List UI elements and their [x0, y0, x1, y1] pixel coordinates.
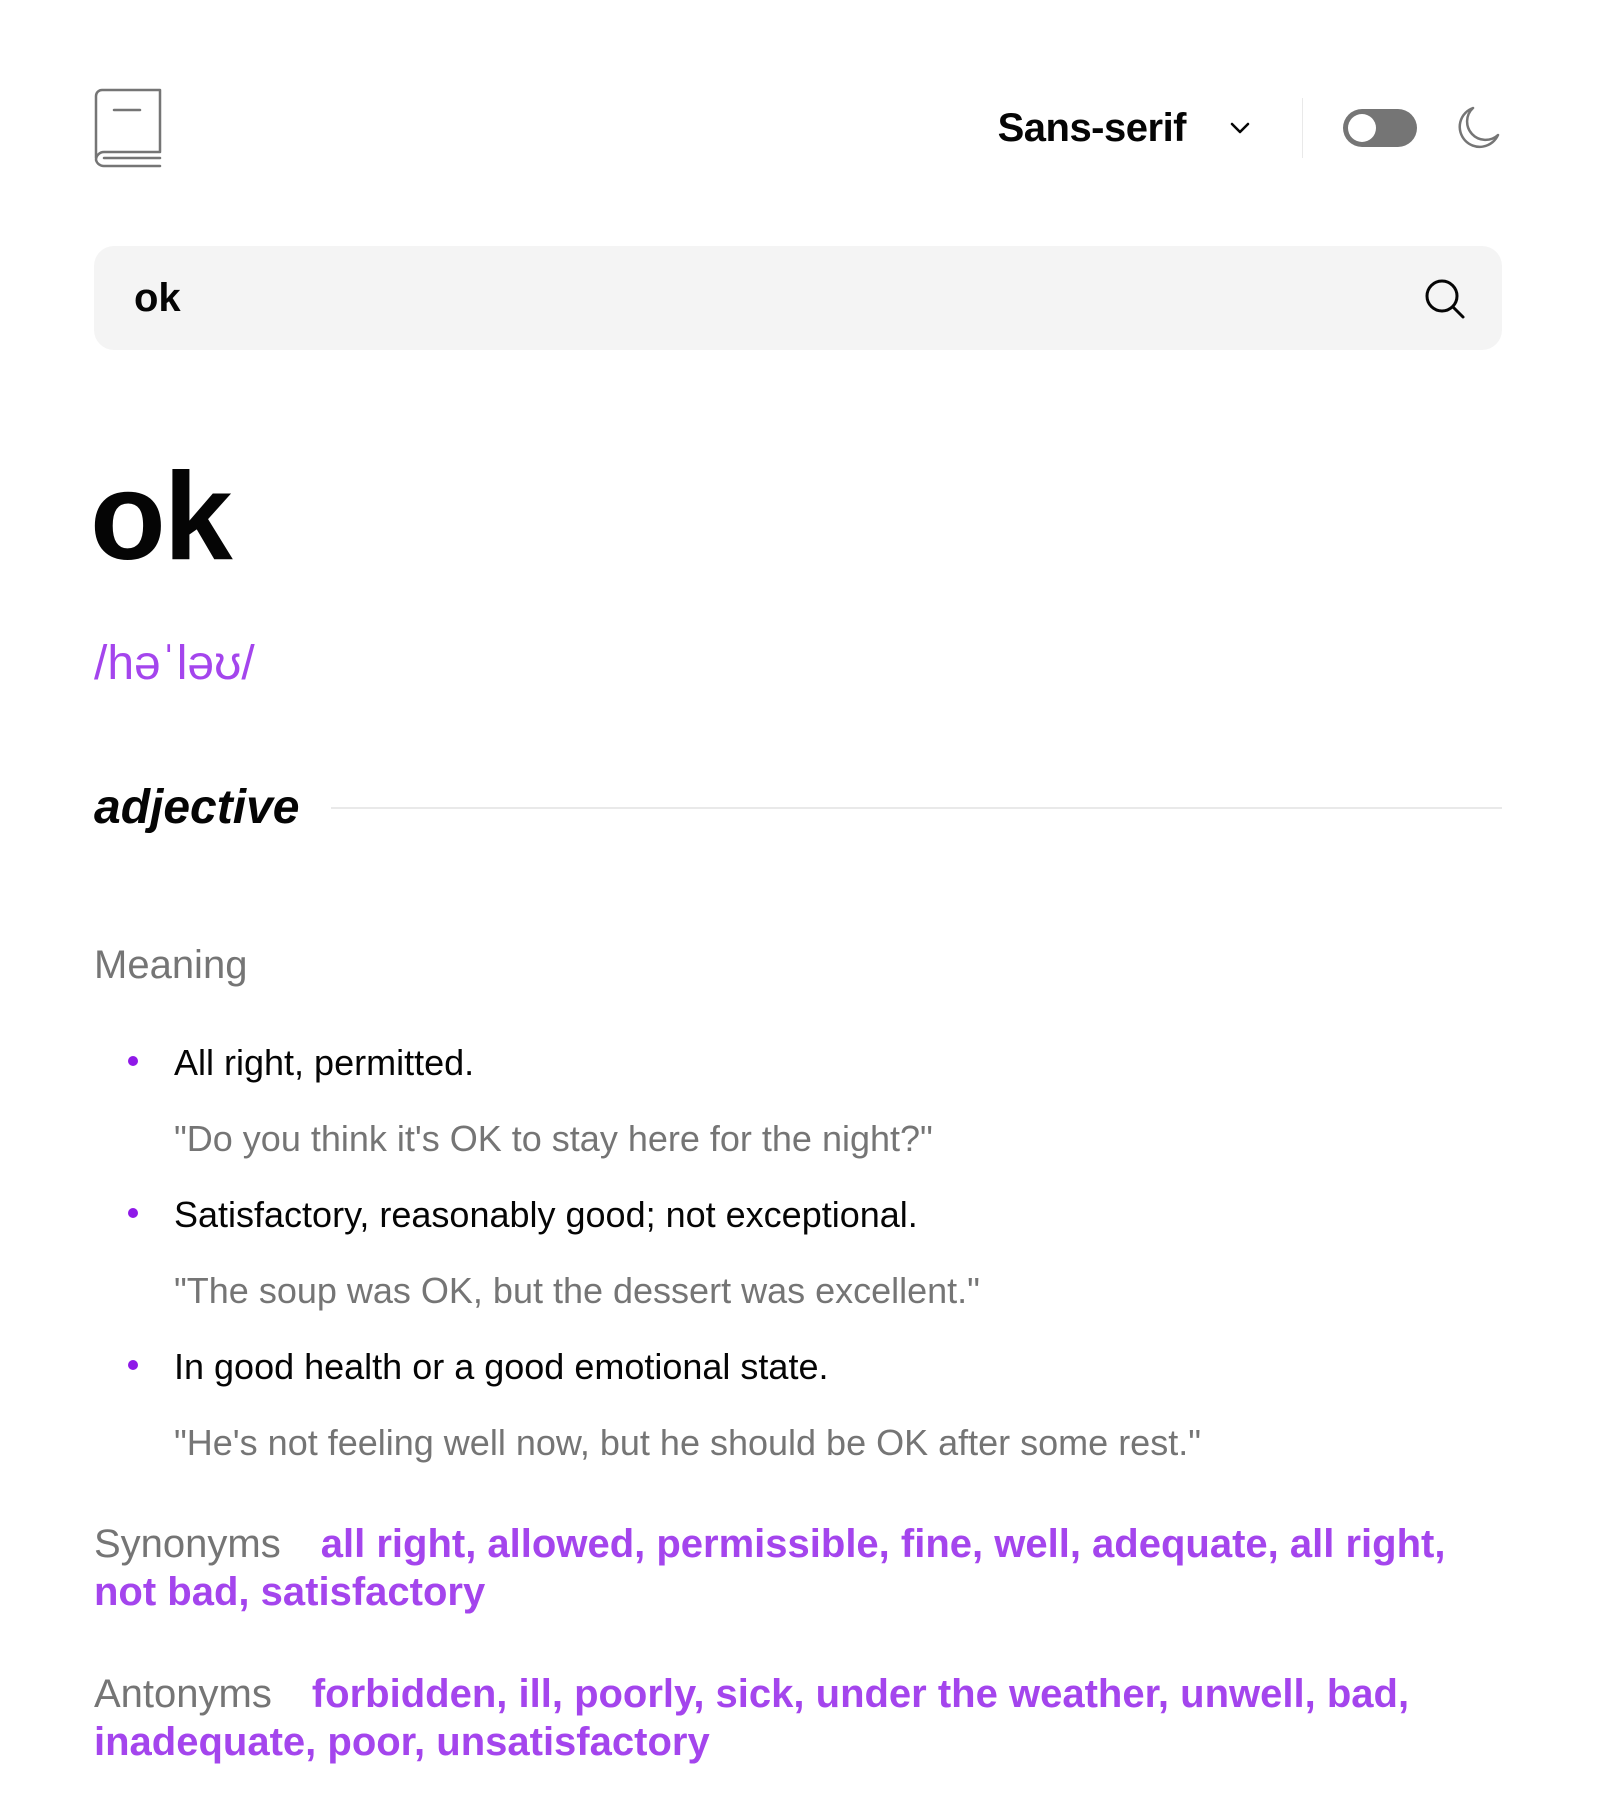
chevron-down-icon — [1230, 122, 1250, 134]
section-divider — [331, 806, 1502, 809]
definitions-list: All right, permitted. "Do you think it's… — [94, 1038, 1494, 1494]
part-of-speech: adjective — [94, 781, 300, 834]
definition-example: "Do you think it's OK to stay here for t… — [174, 1118, 933, 1159]
word-title: ok — [90, 448, 233, 586]
synonyms-list[interactable]: all right, allowed, permissible, fine, w… — [94, 1522, 1445, 1614]
definition-example: "He's not feeling well now, but he shoul… — [174, 1422, 1201, 1463]
theme-toggle[interactable] — [1343, 109, 1417, 147]
search-input[interactable] — [134, 246, 1334, 350]
search-icon[interactable] — [1424, 278, 1466, 320]
definition-item: In good health or a good emotional state… — [94, 1342, 1494, 1468]
antonyms-row: Antonyms forbidden, ill, poorly, sick, un… — [94, 1670, 1454, 1766]
dictionary-page: Sans-serif ok /həˈləʊ/ adjective Meaning… — [0, 0, 1615, 1817]
definition-text: In good health or a good emotional state… — [174, 1346, 829, 1387]
definition-item: Satisfactory, reasonably good; not excep… — [94, 1190, 1494, 1316]
moon-icon — [1458, 106, 1500, 149]
book-icon[interactable] — [94, 88, 164, 168]
meaning-label: Meaning — [94, 943, 248, 987]
definition-example: "The soup was OK, but the dessert was ex… — [174, 1270, 980, 1311]
bullet — [128, 1208, 138, 1218]
definition-text: Satisfactory, reasonably good; not excep… — [174, 1194, 918, 1235]
antonyms-list[interactable]: forbidden, ill, poorly, sick, under the … — [94, 1672, 1409, 1764]
bullet — [128, 1056, 138, 1066]
phonetic: /həˈləʊ/ — [94, 637, 255, 690]
antonyms-label: Antonyms — [94, 1672, 272, 1716]
toggle-knob — [1348, 114, 1376, 142]
definition-item: All right, permitted. "Do you think it's… — [94, 1038, 1494, 1164]
synonyms-label: Synonyms — [94, 1522, 281, 1566]
bullet — [128, 1360, 138, 1370]
part-of-speech-row: adjective — [94, 780, 1502, 835]
search-bar — [94, 246, 1502, 350]
font-selector-label: Sans-serif — [997, 105, 1187, 150]
definition-text: All right, permitted. — [174, 1042, 475, 1083]
font-selector[interactable]: Sans-serif — [998, 106, 1252, 151]
synonyms-row: Synonyms all right, allowed, permissible,… — [94, 1520, 1454, 1616]
header: Sans-serif — [94, 88, 1501, 168]
header-divider — [1302, 98, 1303, 158]
